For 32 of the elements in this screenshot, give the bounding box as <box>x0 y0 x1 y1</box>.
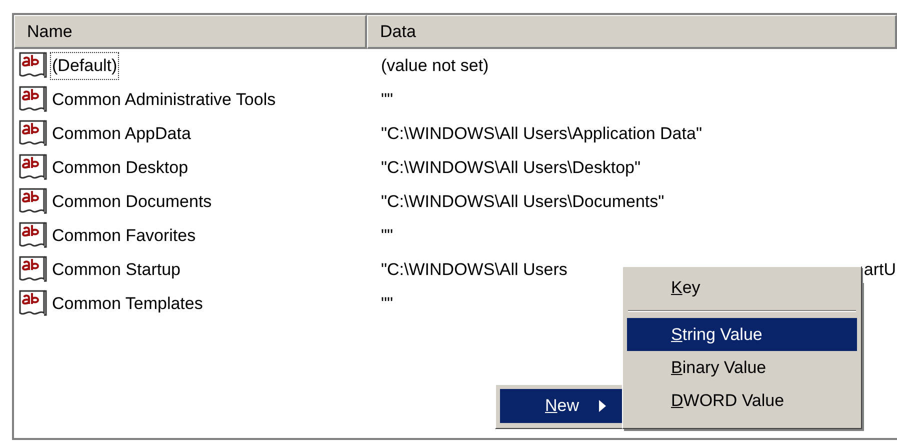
column-header[interactable]: Data <box>367 15 897 49</box>
value-name[interactable]: Common Administrative Tools <box>50 86 278 114</box>
menu-item[interactable]: New <box>500 389 622 423</box>
value-name[interactable]: Common Startup <box>50 256 182 284</box>
value-data: "C:\WINDOWS\All Users\Application Data" <box>381 123 702 146</box>
string-value-icon <box>18 51 48 81</box>
string-value-icon <box>18 153 48 183</box>
value-data: "C:\WINDOWS\All Users\Documents" <box>381 191 664 214</box>
string-value-icon <box>18 289 48 319</box>
value-name[interactable]: (Default) <box>50 52 120 80</box>
submenu-arrow-icon <box>599 400 606 412</box>
value-data: "" <box>381 89 394 112</box>
string-value-icon <box>18 119 48 149</box>
string-value-icon <box>18 187 48 217</box>
value-name[interactable]: Common Favorites <box>50 222 198 250</box>
menu-item[interactable]: DWORD Value <box>627 384 857 417</box>
value-data: "C:\WINDOWS\All Users <box>381 259 568 282</box>
value-data: "C:\WINDOWS\All Users\Desktop" <box>381 157 641 180</box>
menu-item[interactable]: Binary Value <box>627 351 857 384</box>
value-name[interactable]: Common Templates <box>50 290 205 318</box>
value-name[interactable]: Common Desktop <box>50 154 190 182</box>
string-value-icon <box>18 221 48 251</box>
value-data: "" <box>381 293 394 316</box>
string-value-icon <box>18 255 48 285</box>
string-value-icon <box>18 85 48 115</box>
value-name[interactable]: Common Documents <box>50 188 214 216</box>
value-data: (value not set) <box>381 55 489 78</box>
menu-item[interactable]: Key <box>627 271 857 304</box>
value-data: "" <box>381 225 394 248</box>
menu-item[interactable]: String Value <box>627 318 857 351</box>
column-header[interactable]: Name <box>14 15 367 49</box>
value-name[interactable]: Common AppData <box>50 120 193 148</box>
